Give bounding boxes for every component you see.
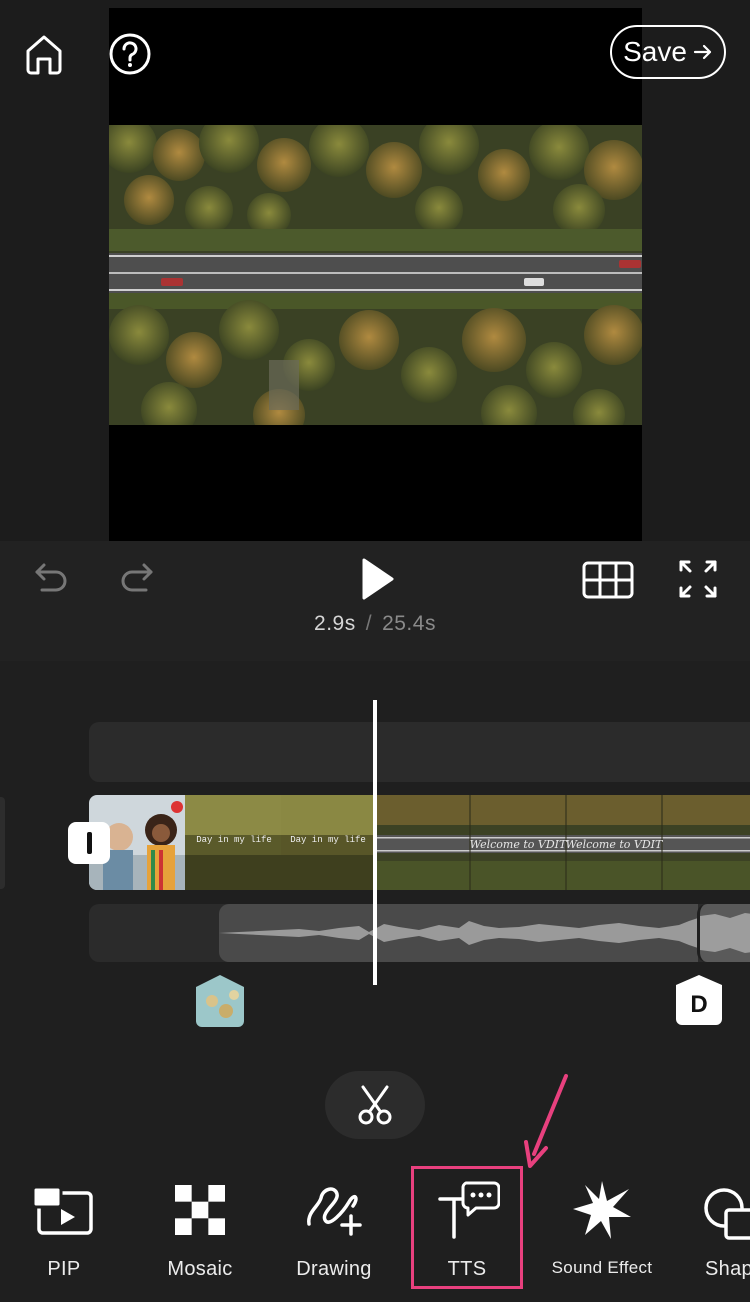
fullscreen-button[interactable] — [674, 556, 722, 602]
tool-label: Sound Effect — [551, 1258, 653, 1277]
audio-clip[interactable] — [219, 904, 698, 962]
total-time: 25.4s — [382, 612, 436, 635]
tool-label: Mosaic — [167, 1258, 233, 1280]
time-separator: / — [365, 612, 373, 635]
start-marker[interactable] — [196, 975, 244, 1027]
clip-caption: Day in my life — [196, 835, 272, 845]
tool-mosaic[interactable]: Mosaic — [150, 1170, 250, 1290]
tool-sound-effect[interactable]: Sound Effect — [542, 1170, 662, 1290]
tool-drawing[interactable]: Drawing — [284, 1170, 384, 1290]
empty-track[interactable] — [89, 722, 750, 782]
end-marker[interactable]: D — [676, 975, 722, 1025]
save-button[interactable]: Save — [610, 25, 726, 79]
clip-thumbnails: Day in my life Day in my life Welcome to… — [89, 795, 750, 890]
play-icon — [362, 558, 394, 600]
video-track[interactable]: Day in my life Day in my life Welcome to… — [89, 795, 750, 890]
handle-grip — [86, 832, 92, 854]
home-button[interactable] — [20, 30, 68, 78]
fullscreen-icon — [679, 560, 717, 598]
tts-highlight-box — [411, 1166, 523, 1289]
thumbnail-marker-icon — [196, 975, 244, 1027]
redo-icon — [121, 563, 153, 592]
tool-shape[interactable]: Shap — [700, 1170, 750, 1290]
help-button[interactable] — [106, 30, 154, 78]
pip-icon — [31, 1170, 97, 1250]
clip-caption: Welcome to VDIT — [566, 838, 664, 851]
home-icon — [26, 35, 62, 75]
tool-pip[interactable]: PIP — [14, 1170, 114, 1290]
audio-waveform — [700, 913, 750, 953]
tool-label: Drawing — [296, 1258, 372, 1280]
playhead[interactable] — [373, 700, 377, 985]
redo-button[interactable] — [114, 558, 158, 598]
clip-caption: Welcome to VDIT — [470, 838, 568, 851]
video-frame — [109, 125, 642, 425]
play-button[interactable] — [352, 555, 400, 603]
grid-icon — [582, 561, 634, 599]
tool-label: PIP — [47, 1258, 81, 1280]
annotation-arrow-icon — [524, 1074, 568, 1168]
undo-icon — [35, 563, 67, 592]
drawing-icon — [303, 1170, 365, 1250]
clip-caption: Day in my life — [290, 835, 366, 845]
undo-button[interactable] — [30, 558, 74, 598]
time-display: 2.9s / 25.4s — [0, 612, 750, 636]
save-label: Save — [623, 36, 687, 67]
scissors-icon — [358, 1085, 392, 1125]
audio-waveform — [219, 918, 698, 948]
arrow-right-icon — [693, 44, 712, 60]
trim-handle-left[interactable] — [68, 822, 110, 864]
audio-clip[interactable] — [697, 904, 750, 962]
track-edge — [0, 797, 5, 889]
split-button[interactable] — [325, 1071, 425, 1139]
shape-icon — [700, 1170, 750, 1250]
tool-label: Shap — [705, 1258, 750, 1280]
current-time: 2.9s — [314, 612, 356, 635]
sound-effect-icon — [571, 1170, 633, 1250]
help-icon — [109, 33, 151, 75]
mosaic-icon — [175, 1170, 225, 1250]
grid-button[interactable] — [580, 558, 636, 602]
aerial-road-image — [109, 125, 642, 425]
